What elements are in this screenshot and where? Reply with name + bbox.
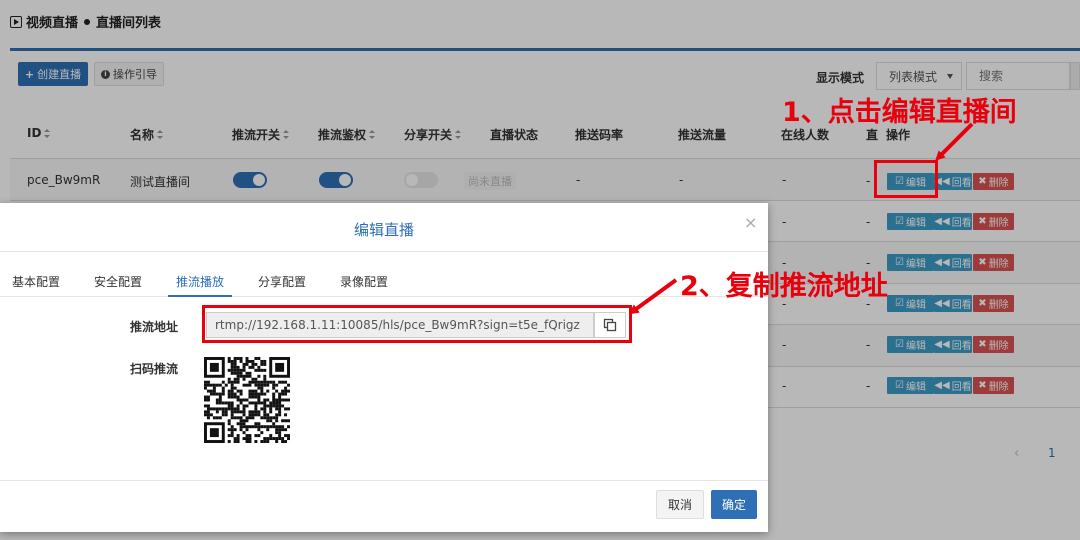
edit-live-dialog: 编辑直播 × 基本配置 安全配置 推流播放 分享配置 录像配置 推流地址 rtm… — [0, 203, 768, 532]
dialog-footer-divider — [0, 480, 768, 481]
dialog-title: 编辑直播 — [353, 221, 414, 239]
annotation-url-highlight — [202, 305, 632, 343]
tab-security-config[interactable]: 安全配置 — [94, 273, 142, 290]
qr-code-image — [204, 357, 290, 443]
close-icon[interactable]: × — [744, 213, 757, 232]
tab-bar-divider — [0, 296, 768, 297]
tab-share-config[interactable]: 分享配置 — [258, 273, 306, 290]
tab-basic-config[interactable]: 基本配置 — [12, 273, 60, 290]
tab-record-config[interactable]: 录像配置 — [340, 273, 388, 290]
confirm-button[interactable]: 确定 — [711, 490, 757, 519]
active-tab-indicator — [168, 295, 232, 297]
annotation-step1: 1、点击编辑直播间 — [782, 97, 1017, 128]
push-url-label: 推流地址 — [130, 320, 179, 334]
annotation-step2: 2、复制推流地址 — [680, 271, 888, 302]
annotation-edit-highlight — [874, 160, 938, 198]
qr-push-label: 扫码推流 — [130, 362, 179, 376]
cancel-button[interactable]: 取消 — [656, 490, 704, 519]
tab-push-playback[interactable]: 推流播放 — [176, 273, 224, 290]
dialog-header-divider — [0, 251, 768, 252]
